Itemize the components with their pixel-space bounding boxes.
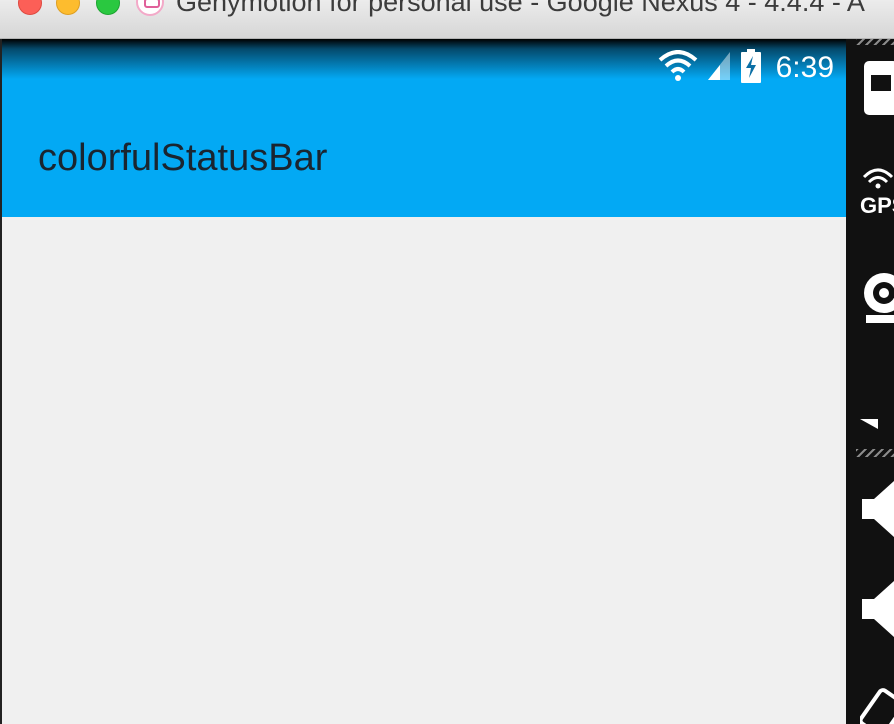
app-content-area	[2, 217, 846, 724]
gps-icon[interactable]	[860, 165, 894, 194]
window-title: Genymotion for personal use - Google Nex…	[176, 0, 865, 17]
genymotion-app-icon	[136, 0, 164, 16]
window-zoom-button[interactable]	[96, 0, 120, 15]
rotate-icon[interactable]	[858, 683, 894, 724]
gps-label: GPS	[860, 193, 894, 218]
webcam-icon[interactable]	[860, 271, 894, 332]
battery-icon[interactable]	[860, 59, 894, 124]
window-title-bar: Genymotion for personal use - Google Nex…	[0, 0, 894, 39]
device-screen[interactable]: 6:39 colorfulStatusBar	[2, 39, 846, 724]
toolbar-grip[interactable]	[856, 39, 894, 45]
status-clock: 6:39	[775, 51, 834, 84]
battery-charging-icon	[740, 48, 762, 88]
toolbar-grip[interactable]	[856, 449, 894, 457]
action-bar: colorfulStatusBar	[2, 95, 846, 217]
volume-down-icon[interactable]	[860, 579, 894, 644]
window-minimize-button[interactable]	[56, 0, 80, 15]
emulator-toolbar: GPS	[846, 39, 894, 724]
chevron-down-icon	[860, 419, 880, 438]
app-title: colorfulStatusBar	[38, 137, 328, 179]
status-bar: 6:39	[2, 39, 846, 95]
window-close-button[interactable]	[18, 0, 42, 15]
wifi-icon	[658, 49, 698, 87]
status-icons: 6:39	[658, 48, 834, 88]
cell-signal-icon	[706, 50, 732, 87]
volume-up-icon[interactable]	[860, 479, 894, 544]
